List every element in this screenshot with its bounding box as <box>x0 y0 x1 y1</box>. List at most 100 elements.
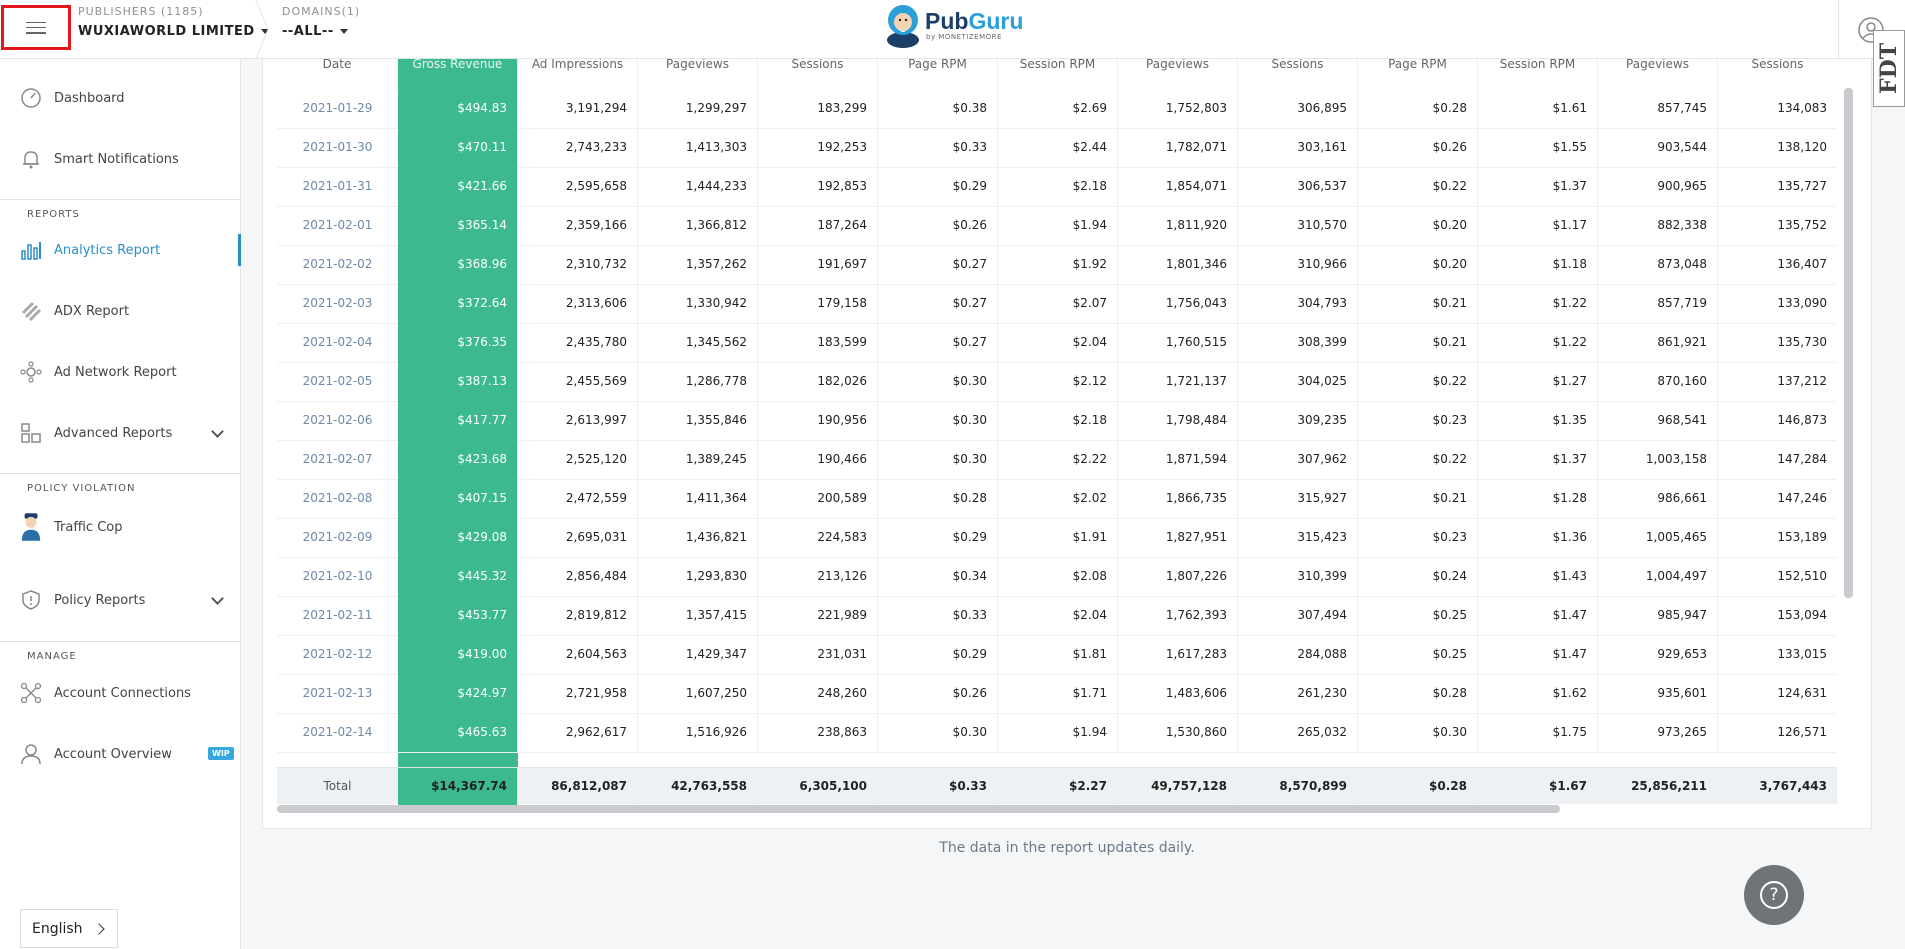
table-cell: 2,613,997 <box>518 401 638 440</box>
table-cell: 134,083 <box>1718 89 1837 128</box>
column-header[interactable]: Sessions <box>758 59 878 92</box>
total-cell: 86,812,087 <box>518 768 638 805</box>
sidebar-item-traffic-cop[interactable]: Traffic Cop <box>0 507 240 547</box>
table-cell: 1,827,951 <box>1118 518 1238 557</box>
table-cell: 200,589 <box>758 479 878 518</box>
column-header[interactable]: Pageviews <box>1598 59 1718 92</box>
table-cell: 1,357,262 <box>638 245 758 284</box>
dashboard-gauge-icon <box>20 87 42 109</box>
table-cell: 2,604,563 <box>518 635 638 674</box>
table-cell: $0.21 <box>1358 323 1478 362</box>
sidebar-item-analytics-report[interactable]: Analytics Report <box>0 230 241 270</box>
table-cell: $0.25 <box>1358 596 1478 635</box>
table-cell: 137,212 <box>1718 362 1837 401</box>
table-cell: 1,004,497 <box>1598 557 1718 596</box>
publisher-selector[interactable]: PUBLISHERS (1185) WUXIAWORLD LIMITED <box>78 5 269 39</box>
table-cell: $1.81 <box>998 635 1118 674</box>
column-header[interactable]: Pageviews <box>1118 59 1238 92</box>
pubguru-logo[interactable]: PubGuru by MONETIZEMORE <box>885 2 1023 48</box>
sidebar-item-dashboard[interactable]: Dashboard <box>0 78 240 118</box>
table-cell: 2,359,166 <box>518 206 638 245</box>
column-header[interactable]: Sessions <box>1238 59 1358 92</box>
publisher-dropdown[interactable]: WUXIAWORLD LIMITED <box>78 24 269 39</box>
vertical-scrollbar[interactable] <box>1844 88 1853 598</box>
column-header[interactable]: Session RPM <box>1478 59 1598 92</box>
table-row-date: 2021-01-30 <box>302 140 373 154</box>
breadcrumb-separator <box>255 0 269 59</box>
sidebar-item-account-overview[interactable]: Account Overview WIP <box>0 734 240 774</box>
wip-badge: WIP <box>208 747 234 760</box>
sidebar-item-adx-report[interactable]: ADX Report <box>0 291 240 331</box>
table-cell: $2.04 <box>998 596 1118 635</box>
domain-dropdown[interactable]: --ALL-- <box>282 24 360 39</box>
column-header[interactable]: Ad Impressions <box>518 59 638 92</box>
horizontal-scrollbar[interactable] <box>277 805 1560 813</box>
table-cell: $1.92 <box>998 245 1118 284</box>
column-header[interactable]: Date <box>277 59 398 92</box>
table-cell: 1,516,926 <box>638 713 758 752</box>
sidebar-item-advanced-reports[interactable]: Advanced Reports <box>0 413 240 453</box>
help-button[interactable]: ? <box>1744 865 1804 925</box>
total-cell: 6,305,100 <box>758 768 878 805</box>
chevron-down-icon[interactable] <box>211 592 224 605</box>
table-cell: 248,260 <box>758 674 878 713</box>
column-header[interactable]: Gross Revenue <box>398 59 518 92</box>
bar-chart-icon <box>20 239 42 261</box>
chevron-down-icon[interactable] <box>211 425 224 438</box>
column-header[interactable]: Page RPM <box>878 59 998 92</box>
total-cell: $1.67 <box>1478 768 1598 805</box>
table-cell: $0.28 <box>878 479 998 518</box>
table-cell: 1,756,043 <box>1118 284 1238 323</box>
table-cell: $1.28 <box>1478 479 1598 518</box>
sidebar-item-label: Account Overview <box>54 746 172 762</box>
sidebar-item-smart-notifications[interactable]: Smart Notifications <box>0 139 240 179</box>
table-cell: $1.36 <box>1478 518 1598 557</box>
table-cell: 1,444,233 <box>638 167 758 206</box>
table-cell: 231,031 <box>758 635 878 674</box>
table-cell: 1,345,562 <box>638 323 758 362</box>
analytics-report-table[interactable]: Date Gross Revenue Ad Impressions Pageviews… <box>277 59 1837 805</box>
table-row-date: 2021-02-01 <box>302 218 373 232</box>
table-row-date: 2021-02-04 <box>302 335 373 349</box>
language-label: English <box>32 920 83 937</box>
table-cell: $387.13 <box>398 362 518 401</box>
language-selector[interactable]: English <box>20 909 118 948</box>
fdt-badge[interactable]: FDT <box>1873 30 1905 107</box>
table-cell: $0.27 <box>878 245 998 284</box>
table-cell: 1,871,594 <box>1118 440 1238 479</box>
table-cell: 2,455,569 <box>518 362 638 401</box>
table-cell: 284,088 <box>1238 635 1358 674</box>
table-cell: 147,284 <box>1718 440 1837 479</box>
table-cell: 1,330,942 <box>638 284 758 323</box>
bell-icon <box>20 148 42 170</box>
table-cell: $1.37 <box>1478 440 1598 479</box>
sidebar-item-policy-reports[interactable]: Policy Reports <box>0 580 240 620</box>
hamburger-menu-button[interactable] <box>1 5 71 50</box>
table-cell: $0.24 <box>1358 557 1478 596</box>
table-cell: $1.94 <box>998 206 1118 245</box>
column-header[interactable]: Sessions <box>1718 59 1837 92</box>
top-bar: PUBLISHERS (1185) WUXIAWORLD LIMITED DOM… <box>0 0 1905 59</box>
column-header[interactable]: Page RPM <box>1358 59 1478 92</box>
sidebar-item-ad-network-report[interactable]: Ad Network Report <box>0 352 240 392</box>
sidebar-divider <box>0 473 240 474</box>
table-cell: 192,253 <box>758 128 878 167</box>
table-cell: 1,389,245 <box>638 440 758 479</box>
table-cell: 304,793 <box>1238 284 1358 323</box>
column-header[interactable]: Pageviews <box>638 59 758 92</box>
table-cell: $0.33 <box>878 128 998 167</box>
table-cell: 307,962 <box>1238 440 1358 479</box>
table-cell: $1.37 <box>1478 167 1598 206</box>
table-cell: 1,866,735 <box>1118 479 1238 518</box>
sidebar-item-label: Analytics Report <box>54 242 161 258</box>
question-icon: ? <box>1760 881 1788 909</box>
table-cell: $0.29 <box>878 635 998 674</box>
adx-stripes-icon <box>20 300 42 322</box>
table-cell: $1.47 <box>1478 635 1598 674</box>
layout-grid-icon <box>20 422 42 444</box>
table-cell: 986,661 <box>1598 479 1718 518</box>
column-header[interactable]: Session RPM <box>998 59 1118 92</box>
domain-selector[interactable]: DOMAINS(1) --ALL-- <box>282 5 360 39</box>
sidebar-item-account-connections[interactable]: Account Connections <box>0 673 240 713</box>
table-cell: 265,032 <box>1238 713 1358 752</box>
